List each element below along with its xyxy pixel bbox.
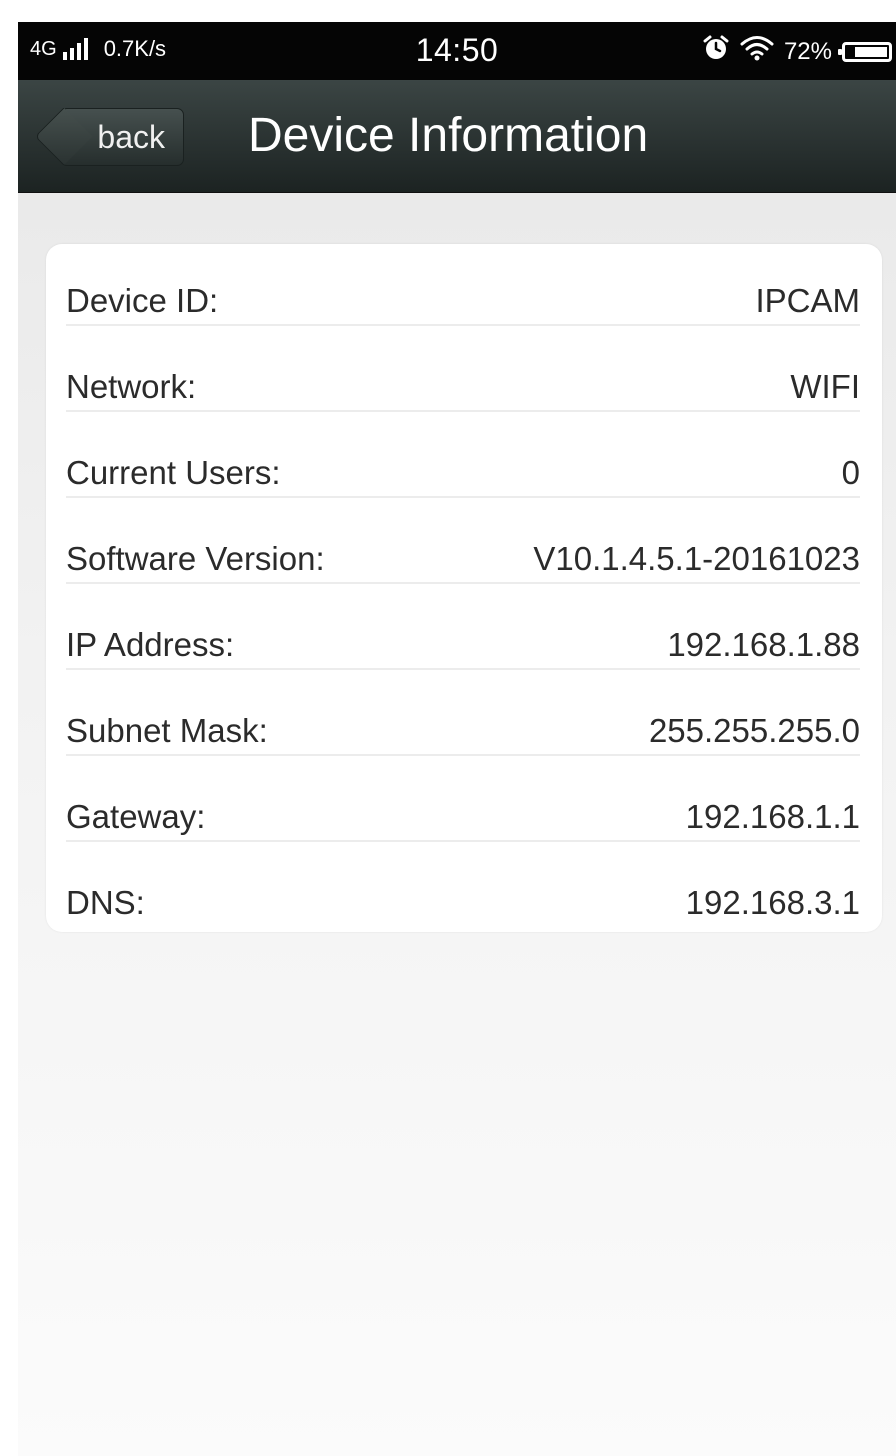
info-value: 192.168.1.1: [685, 798, 860, 835]
info-value: V10.1.4.5.1-20161023: [533, 540, 860, 577]
row-divider: [66, 582, 860, 584]
back-button-label: back: [97, 119, 165, 155]
row-divider: [66, 754, 860, 756]
info-row-device-id: Device ID: IPCAM: [66, 244, 860, 330]
info-value: 192.168.1.88: [667, 626, 860, 663]
info-label: Device ID:: [66, 282, 219, 319]
info-value: 192.168.3.1: [685, 884, 860, 921]
info-row-network: Network: WIFI: [66, 330, 860, 416]
info-value: WIFI: [790, 368, 860, 405]
phone-screen: 4G 0.7K/s 14:50 72% back Device Informat…: [18, 22, 896, 1456]
nav-bar: back Device Information: [18, 80, 896, 193]
info-row-current-users: Current Users: 0: [66, 416, 860, 502]
row-divider: [66, 324, 860, 326]
info-label: Network:: [66, 368, 197, 405]
info-value: 255.255.255.0: [648, 712, 860, 749]
row-divider: [66, 668, 860, 670]
battery-percent: 72%: [783, 37, 832, 65]
info-row-ip-address: IP Address: 192.168.1.88: [66, 588, 860, 674]
back-button[interactable]: back: [60, 108, 184, 166]
row-divider: [66, 840, 860, 842]
page-title: Device Information: [248, 109, 649, 162]
row-divider: [66, 410, 860, 412]
info-label: Current Users:: [66, 454, 281, 491]
info-row-software-version: Software Version: V10.1.4.5.1-20161023: [66, 502, 860, 588]
battery-icon: [838, 41, 892, 62]
alarm-icon: [702, 34, 730, 69]
info-label: DNS:: [66, 884, 145, 921]
info-label: IP Address:: [66, 626, 235, 663]
status-right: 72%: [702, 34, 892, 69]
row-divider: [66, 496, 860, 498]
status-bar: 4G 0.7K/s 14:50 72%: [18, 22, 896, 80]
info-row-gateway: Gateway: 192.168.1.1: [66, 760, 860, 846]
info-value: 0: [841, 454, 860, 491]
info-row-dns: DNS: 192.168.3.1: [66, 846, 860, 932]
info-row-subnet-mask: Subnet Mask: 255.255.255.0: [66, 674, 860, 760]
info-value: IPCAM: [755, 282, 860, 319]
info-label: Gateway:: [66, 798, 206, 835]
info-label: Subnet Mask:: [66, 712, 268, 749]
info-label: Software Version:: [66, 540, 325, 577]
wifi-icon: [740, 35, 774, 68]
device-info-card: Device ID: IPCAM Network: WIFI Current U…: [46, 244, 882, 932]
